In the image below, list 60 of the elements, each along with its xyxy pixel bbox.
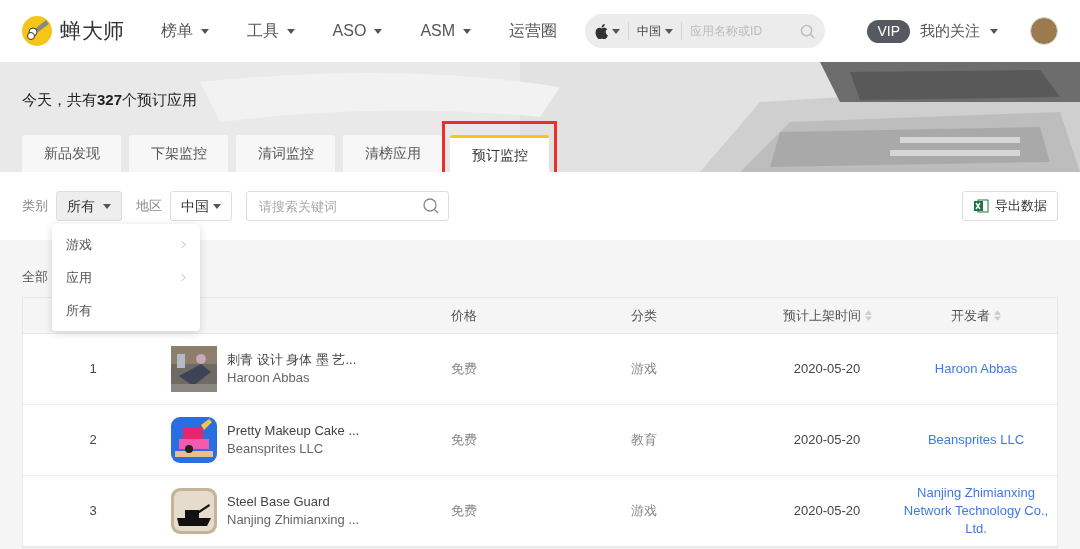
filter-label: 地区 (136, 197, 162, 216)
developer-link[interactable]: Haroon Abbas (934, 360, 1018, 378)
app-name[interactable]: 刺青 设计 身体 墨 艺... (227, 351, 357, 369)
logo-text[interactable]: 蝉大师 (60, 15, 125, 47)
search-icon[interactable] (423, 198, 439, 214)
section-label: 全部 (22, 269, 48, 284)
caret-icon (103, 203, 111, 209)
menu-item[interactable]: 应用 (52, 261, 200, 294)
release-date: 2020-05-20 (793, 431, 861, 450)
logo-icon[interactable] (22, 16, 52, 46)
caret-icon (213, 203, 221, 209)
region-select[interactable]: 中国 (170, 191, 232, 221)
category-text: 游戏 (631, 360, 657, 379)
app-publisher: Beansprites LLC (227, 440, 325, 458)
filter-label: 类别 (22, 197, 48, 216)
export-button[interactable]: 导出数据 (962, 191, 1058, 221)
developer-link[interactable]: Beansprites LLC (927, 431, 1025, 449)
tab[interactable]: 预订监控 (450, 135, 549, 172)
nav-menu[interactable]: 运营圈 (503, 19, 564, 43)
nav-menu[interactable]: ASO (326, 19, 389, 43)
keyword-search-field[interactable]: 请搜索关键词 (246, 191, 449, 221)
follow-menu[interactable]: 我的关注 (920, 19, 998, 43)
developer-link[interactable]: Nanjing Zhimianxing Network Technology Co., Ltd. (897, 484, 1055, 538)
app-name[interactable]: Pretty Makeup Cake ... (227, 422, 360, 440)
category-select[interactable]: 所有 (56, 191, 122, 221)
app-publisher: Haroon Abbas (227, 369, 311, 387)
rank-number: 2 (89, 431, 97, 450)
column-header: 价格 (451, 306, 477, 325)
nav-menu[interactable]: ASM (414, 19, 478, 43)
nav-menu[interactable]: 工具 (240, 19, 301, 43)
tab[interactable]: 清榜应用 (343, 135, 442, 172)
app-publisher: Nanjing Zhimianxing ... (227, 511, 360, 529)
summary-text: 今天，共有327个预订应用 (22, 90, 198, 110)
column-header[interactable]: 开发者 (951, 305, 990, 326)
apple-icon[interactable] (595, 23, 609, 39)
caret-icon (665, 28, 674, 34)
category-text: 游戏 (631, 502, 657, 521)
price-text: 免费 (451, 361, 477, 377)
tab[interactable]: 清词监控 (236, 135, 335, 172)
release-date: 2020-05-20 (793, 360, 861, 379)
vip-badge[interactable]: VIP (867, 19, 910, 43)
column-header: 分类 (631, 306, 657, 325)
nav-menu[interactable]: 榜单 (154, 19, 215, 43)
tab[interactable]: 新品发现 (22, 135, 121, 172)
spreadsheet-icon (973, 198, 989, 214)
category-text: 教育 (631, 431, 657, 450)
app-name[interactable]: Steel Base Guard (227, 493, 360, 511)
release-date: 2020-05-20 (793, 502, 861, 521)
column-header[interactable]: 预计上架时间 (782, 305, 861, 326)
region-select[interactable]: 中国 (637, 22, 662, 40)
rank-number: 3 (89, 502, 97, 521)
price-text: 免费 (451, 503, 477, 519)
rank-number: 1 (89, 360, 97, 379)
caret-icon (990, 28, 998, 34)
menu-item[interactable]: 所有 (52, 294, 200, 327)
price-text: 免费 (451, 432, 477, 448)
caret-icon (612, 28, 621, 34)
menu-item[interactable]: 游戏 (52, 228, 200, 261)
tab[interactable]: 下架监控 (129, 135, 228, 172)
avatar[interactable] (1030, 17, 1058, 45)
